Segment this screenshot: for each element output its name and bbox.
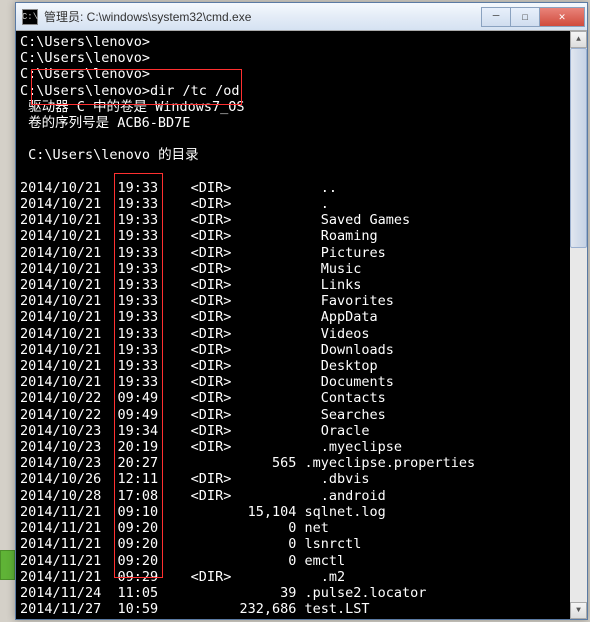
external-tab bbox=[0, 550, 15, 580]
scroll-down-button[interactable]: ▼ bbox=[570, 602, 587, 619]
titlebar[interactable]: C:\ 管理员: C:\windows\system32\cmd.exe ─ ☐… bbox=[16, 3, 587, 31]
close-button[interactable]: ✕ bbox=[539, 7, 585, 27]
scrollbar-thumb[interactable] bbox=[570, 48, 587, 248]
minimize-button[interactable]: ─ bbox=[481, 7, 511, 27]
terminal-output[interactable]: C:\Users\lenovo> C:\Users\lenovo> C:\Use… bbox=[16, 31, 570, 619]
maximize-button[interactable]: ☐ bbox=[510, 7, 540, 27]
window-controls: ─ ☐ ✕ bbox=[482, 7, 585, 27]
cmd-icon: C:\ bbox=[22, 9, 38, 25]
vertical-scrollbar[interactable]: ▲ ▼ bbox=[570, 31, 587, 619]
cmd-window: C:\ 管理员: C:\windows\system32\cmd.exe ─ ☐… bbox=[15, 2, 588, 620]
window-title: 管理员: C:\windows\system32\cmd.exe bbox=[44, 8, 482, 25]
scroll-up-button[interactable]: ▲ bbox=[570, 31, 587, 48]
